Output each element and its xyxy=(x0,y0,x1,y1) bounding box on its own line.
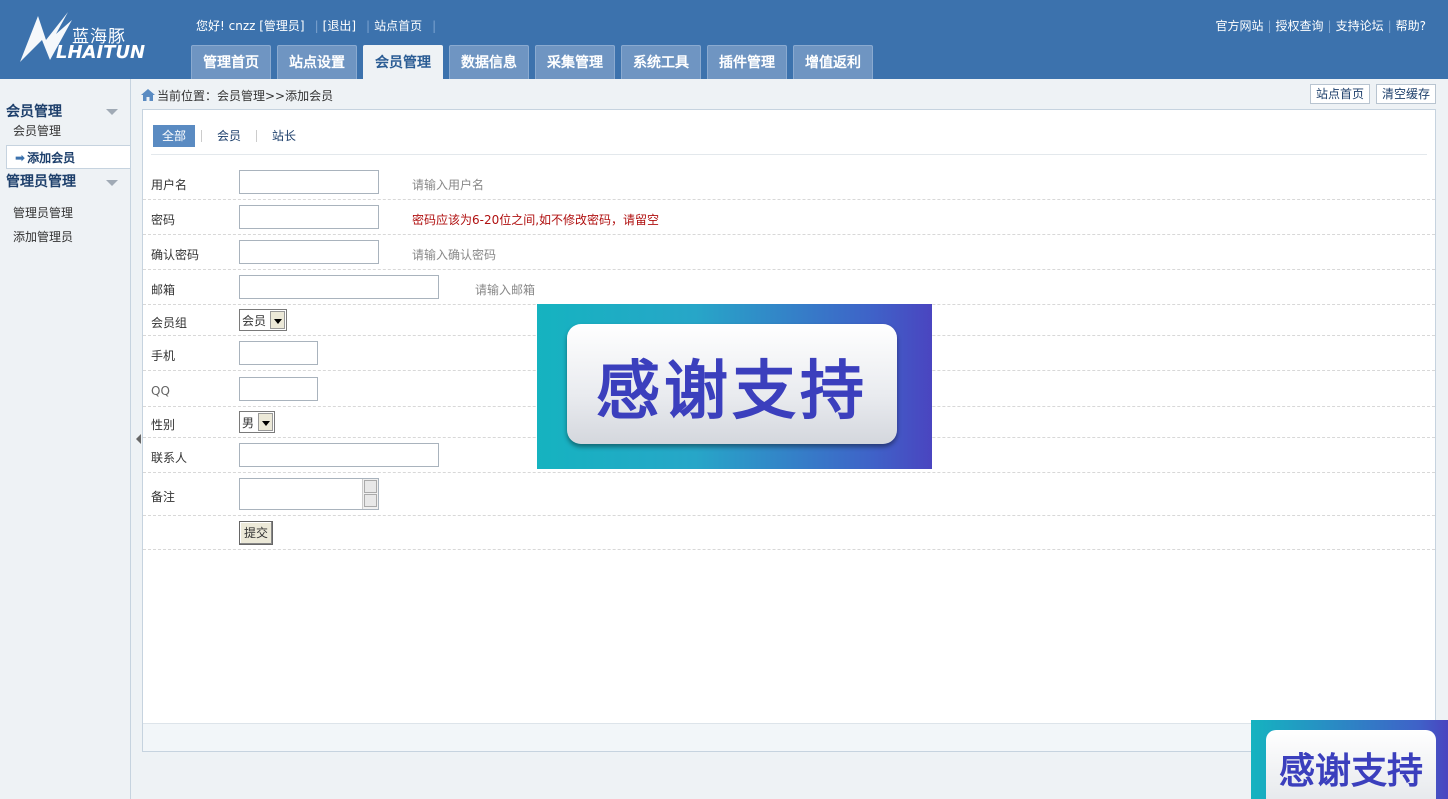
form-row-remark: 备注 xyxy=(143,473,1435,516)
sidebar: 会员管理 会员管理 ➡ 添加会员 管理员管理 管理员管理 添加管理员 xyxy=(0,79,131,799)
email-input[interactable] xyxy=(239,275,439,299)
arrow-right-icon: ➡ xyxy=(15,151,26,165)
submit-button[interactable]: 提交 xyxy=(239,521,274,545)
nav-admin-home[interactable]: 管理首页 xyxy=(191,45,271,79)
chevron-down-icon xyxy=(258,413,274,431)
form-row-confirm-password: 确认密码 请输入确认密码 xyxy=(143,235,1435,270)
tab-member[interactable]: 会员 xyxy=(208,125,250,147)
sidebar-item-add-admin[interactable]: 添加管理员 xyxy=(0,225,130,249)
official-site-link[interactable]: 官方网站 xyxy=(1215,19,1263,33)
contact-label: 联系人 xyxy=(151,451,188,465)
remark-label: 备注 xyxy=(151,490,176,504)
help-link[interactable]: 帮助? xyxy=(1396,19,1426,33)
email-label: 邮箱 xyxy=(151,283,176,297)
confirm-password-input[interactable] xyxy=(239,240,379,264)
textarea-scrollbar[interactable] xyxy=(362,479,378,509)
top-buttons: 站点首页 清空缓存 xyxy=(1309,84,1436,104)
email-hint: 请输入邮箱 xyxy=(475,283,536,297)
password-label: 密码 xyxy=(151,213,176,227)
sidebar-item-admin-management[interactable]: 管理员管理 xyxy=(0,201,130,225)
top-header: 蓝海豚 LHAITUN 您好! cnzz [管理员] | [退出] | 站点首页 | 官方… xyxy=(0,0,1448,80)
site-home-link[interactable]: 站点首页 xyxy=(374,19,422,33)
nav-rebates[interactable]: 增值返利 xyxy=(793,45,873,79)
sidebar-item-add-member[interactable]: ➡ 添加会员 xyxy=(6,145,130,169)
divider xyxy=(151,154,1427,155)
qq-input[interactable] xyxy=(239,377,318,401)
form-row-submit: 提交 xyxy=(143,516,1435,550)
contact-input[interactable] xyxy=(239,443,439,467)
breadcrumb: 当前位置：会员管理>>添加会员 xyxy=(141,87,333,104)
member-group-value: 会员 xyxy=(242,313,267,328)
qq-label: QQ xyxy=(151,384,170,398)
thanks-banner: 感谢支持 xyxy=(537,304,932,469)
license-query-link[interactable]: 授权查询 xyxy=(1276,19,1324,33)
form-row-password: 密码 密码应该为6-20位之间,如不修改密码，请留空 xyxy=(143,200,1435,235)
remark-textarea[interactable] xyxy=(239,478,379,510)
password-input[interactable] xyxy=(239,205,379,229)
sidebar-group-title: 会员管理 xyxy=(6,104,62,120)
chevron-down-icon xyxy=(270,311,286,329)
sidebar-group-members[interactable]: 会员管理 xyxy=(0,79,130,120)
thanks-banner-small: 感谢支持 xyxy=(1251,720,1448,799)
mobile-label: 手机 xyxy=(151,349,176,363)
member-type-tabs: 全部 会员 站长 xyxy=(153,124,305,148)
gender-label: 性别 xyxy=(151,418,176,432)
sidebar-item-label: 添加会员 xyxy=(27,151,76,165)
logout-link[interactable]: [退出] xyxy=(323,19,356,33)
user-info: 您好! cnzz [管理员] | [退出] | 站点首页 | xyxy=(196,19,437,33)
thanks-text: 感谢支持 xyxy=(1278,751,1423,792)
thanks-card: 感谢支持 xyxy=(567,324,897,444)
divider xyxy=(201,130,203,142)
confirm-password-label: 确认密码 xyxy=(151,248,200,262)
scroll-down-icon[interactable] xyxy=(364,494,377,507)
username-hint: 请输入用户名 xyxy=(412,178,485,192)
nav-site-settings[interactable]: 站点设置 xyxy=(277,45,357,79)
nav-collection[interactable]: 采集管理 xyxy=(535,45,615,79)
chevron-down-icon xyxy=(106,180,118,186)
username-label: 用户名 xyxy=(151,178,188,192)
clear-cache-button[interactable]: 清空缓存 xyxy=(1375,84,1436,104)
member-group-label: 会员组 xyxy=(151,316,188,330)
nav-system-tools[interactable]: 系统工具 xyxy=(621,45,701,79)
gender-select[interactable]: 男 xyxy=(239,411,276,433)
tab-webmaster[interactable]: 站长 xyxy=(263,125,305,147)
collapse-sidebar-icon[interactable] xyxy=(136,434,141,444)
member-group-select[interactable]: 会员 xyxy=(239,309,288,331)
logo-english: LHAITUN xyxy=(56,42,146,63)
site-home-button[interactable]: 站点首页 xyxy=(1309,84,1370,104)
divider xyxy=(256,130,258,142)
main-nav: 管理首页 站点设置 会员管理 数据信息 采集管理 系统工具 插件管理 增值返利 xyxy=(191,45,879,80)
support-forum-link[interactable]: 支持论坛 xyxy=(1336,19,1384,33)
sidebar-item-member-management[interactable]: 会员管理 xyxy=(0,119,130,143)
home-icon xyxy=(141,89,155,101)
scroll-up-icon[interactable] xyxy=(364,480,377,493)
form-row-email: 邮箱 请输入邮箱 xyxy=(143,270,1435,305)
gender-value: 男 xyxy=(242,415,255,430)
panel-footer xyxy=(143,723,1435,751)
top-links: 官方网站 | 授权查询 | 支持论坛 | 帮助? xyxy=(1215,19,1426,33)
thanks-card: 感谢支持 xyxy=(1266,730,1436,799)
username-input[interactable] xyxy=(239,170,379,194)
form-row-username: 用户名 请输入用户名 xyxy=(143,164,1435,200)
greeting-text: 您好! cnzz [管理员] xyxy=(196,19,305,33)
sidebar-group-title: 管理员管理 xyxy=(6,174,76,190)
password-hint: 密码应该为6-20位之间,如不修改密码，请留空 xyxy=(412,213,660,227)
breadcrumb-text: 当前位置：会员管理>>添加会员 xyxy=(157,89,334,103)
chevron-down-icon xyxy=(106,109,118,115)
nav-plugins[interactable]: 插件管理 xyxy=(707,45,787,79)
confirm-password-hint: 请输入确认密码 xyxy=(412,248,497,262)
mobile-input[interactable] xyxy=(239,341,318,365)
nav-member-management[interactable]: 会员管理 xyxy=(363,45,443,80)
tab-all[interactable]: 全部 xyxy=(153,125,196,147)
nav-data-info[interactable]: 数据信息 xyxy=(449,45,529,79)
thanks-text: 感谢支持 xyxy=(596,355,868,429)
sidebar-group-admins[interactable]: 管理员管理 xyxy=(0,169,130,195)
logo[interactable]: 蓝海豚 LHAITUN xyxy=(16,10,151,68)
